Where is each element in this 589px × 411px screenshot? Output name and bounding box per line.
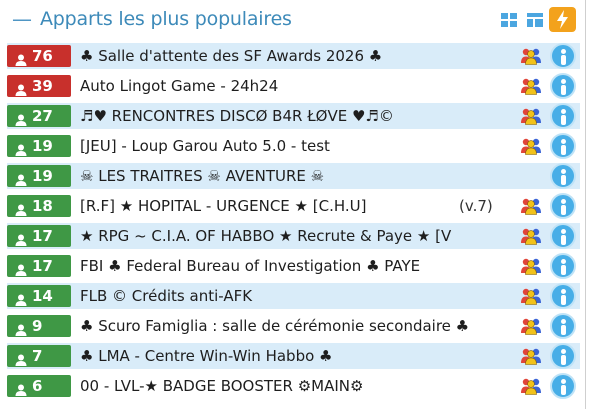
user-count-badge: 19 <box>7 165 71 187</box>
person-icon <box>15 80 27 96</box>
info-icon[interactable] <box>550 253 576 279</box>
room-name[interactable]: Auto Lingot Game - 24h24 <box>80 76 500 98</box>
room-row[interactable]: 76 ♣ Salle d'attente des SF Awards 2026 ♣ <box>7 43 580 69</box>
group-users-icon[interactable] <box>520 317 542 335</box>
info-icon[interactable] <box>550 223 576 249</box>
group-users-icon[interactable] <box>520 197 542 215</box>
person-icon <box>15 260 27 276</box>
user-count: 17 <box>32 257 53 275</box>
room-name[interactable]: FBI ♣ Federal Bureau of Investigation ♣ … <box>80 256 500 278</box>
panel-header: — Apparts les plus populaires <box>0 0 586 40</box>
group-users-icon[interactable] <box>520 47 542 65</box>
room-name[interactable]: ★ RPG ~ C.I.A. OF HABBO ★ Recrute & Paye… <box>80 226 500 248</box>
user-count-badge: 18 <box>7 195 71 217</box>
room-row[interactable]: 7 ♣ LMA - Centre Win-Win Habbo ♣ <box>7 343 580 369</box>
group-users-icon[interactable] <box>520 257 542 275</box>
person-icon <box>15 170 27 186</box>
user-count: 17 <box>32 227 53 245</box>
person-icon <box>15 380 27 396</box>
room-name[interactable]: 00 - LVL-★ BADGE BOOSTER ⚙MAIN⚙ <box>80 376 500 398</box>
person-icon <box>15 50 27 66</box>
info-icon[interactable] <box>550 103 576 129</box>
info-icon[interactable] <box>550 193 576 219</box>
user-count: 19 <box>32 167 53 185</box>
room-name[interactable]: FLB © Crédits anti-AFK <box>80 286 500 308</box>
info-icon[interactable] <box>550 373 576 399</box>
user-count-badge: 7 <box>7 345 71 367</box>
collapse-toggle[interactable]: — <box>12 8 32 30</box>
info-icon[interactable] <box>550 133 576 159</box>
group-users-icon[interactable] <box>520 137 542 155</box>
list-view-icon[interactable] <box>525 10 545 30</box>
user-count: 27 <box>32 107 53 125</box>
user-count-badge: 19 <box>7 135 71 157</box>
user-count: 18 <box>32 197 53 215</box>
room-name[interactable]: ♣ Scuro Famiglia : salle de cérémonie se… <box>80 316 500 338</box>
room-list: 76 ♣ Salle d'attente des SF Awards 2026 ♣… <box>7 43 580 403</box>
person-icon <box>15 110 27 126</box>
user-count-badge: 76 <box>7 45 71 67</box>
room-row[interactable]: 39 Auto Lingot Game - 24h24 <box>7 73 580 99</box>
lightning-icon[interactable] <box>549 7 576 32</box>
room-row[interactable]: 18 [R.F] ★ HOPITAL - URGENCE ★ [C.H.U] (v.… <box>7 193 580 219</box>
user-count-badge: 27 <box>7 105 71 127</box>
room-row[interactable]: 27 ♬♥ RENCONTRES DISCØ B4R ŁØVE ♥♬© <box>7 103 580 129</box>
user-count: 19 <box>32 137 53 155</box>
room-name[interactable]: ♣ Salle d'attente des SF Awards 2026 ♣ <box>80 46 500 68</box>
user-count: 39 <box>32 77 53 95</box>
room-row[interactable]: 19 ☠ LES TRAITRES ☠ AVENTURE ☠ <box>7 163 580 189</box>
user-count-badge: 14 <box>7 285 71 307</box>
info-icon[interactable] <box>550 283 576 309</box>
room-row[interactable]: 17 ★ RPG ~ C.I.A. OF HABBO ★ Recrute & Pa… <box>7 223 580 249</box>
room-name[interactable]: ♬♥ RENCONTRES DISCØ B4R ŁØVE ♥♬© <box>80 106 500 128</box>
group-users-icon[interactable] <box>520 287 542 305</box>
room-name[interactable]: ☠ LES TRAITRES ☠ AVENTURE ☠ <box>80 166 500 188</box>
user-count-badge: 39 <box>7 75 71 97</box>
user-count: 6 <box>32 377 43 395</box>
user-count: 14 <box>32 287 53 305</box>
panel-title[interactable]: Apparts les plus populaires <box>40 8 292 30</box>
person-icon <box>15 230 27 246</box>
info-icon[interactable] <box>550 73 576 99</box>
info-icon[interactable] <box>550 343 576 369</box>
room-row[interactable]: 19 [JEU] - Loup Garou Auto 5.0 - test <box>7 133 580 159</box>
group-users-icon[interactable] <box>520 377 542 395</box>
group-users-icon[interactable] <box>520 77 542 95</box>
group-users-icon[interactable] <box>520 107 542 125</box>
grid-view-icon[interactable] <box>499 10 519 30</box>
room-row[interactable]: 17 FBI ♣ Federal Bureau of Investigation … <box>7 253 580 279</box>
room-row[interactable]: 6 00 - LVL-★ BADGE BOOSTER ⚙MAIN⚙ <box>7 373 580 399</box>
user-count: 9 <box>32 317 43 335</box>
room-version: (v.7) <box>459 197 493 215</box>
user-count: 76 <box>32 47 53 65</box>
room-name[interactable]: [R.F] ★ HOPITAL - URGENCE ★ [C.H.U] <box>80 196 500 218</box>
room-name[interactable]: ♣ LMA - Centre Win-Win Habbo ♣ <box>80 346 500 368</box>
room-name[interactable]: [JEU] - Loup Garou Auto 5.0 - test <box>80 136 500 158</box>
popular-rooms-panel: — Apparts les plus populaires 76 ♣ Salle … <box>0 0 586 409</box>
user-count-badge: 17 <box>7 255 71 277</box>
person-icon <box>15 200 27 216</box>
person-icon <box>15 140 27 156</box>
group-users-icon[interactable] <box>520 227 542 245</box>
group-users-icon[interactable] <box>520 347 542 365</box>
person-icon <box>15 290 27 306</box>
info-icon[interactable] <box>550 163 576 189</box>
room-row[interactable]: 14 FLB © Crédits anti-AFK <box>7 283 580 309</box>
info-icon[interactable] <box>550 313 576 339</box>
room-row[interactable]: 9 ♣ Scuro Famiglia : salle de cérémonie s… <box>7 313 580 339</box>
user-count-badge: 9 <box>7 315 71 337</box>
person-icon <box>15 350 27 366</box>
person-icon <box>15 320 27 336</box>
user-count: 7 <box>32 347 43 365</box>
user-count-badge: 17 <box>7 225 71 247</box>
user-count-badge: 6 <box>7 375 71 397</box>
info-icon[interactable] <box>550 43 576 69</box>
